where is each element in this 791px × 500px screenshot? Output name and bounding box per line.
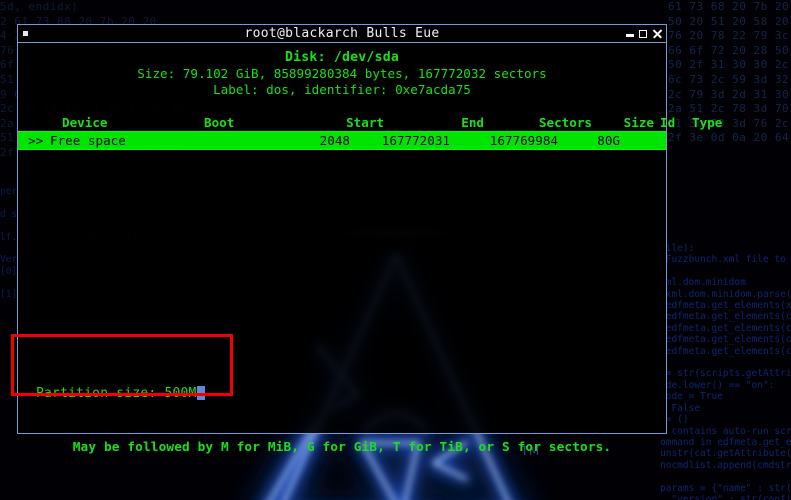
partition-size-label: Partition size: — [36, 386, 157, 401]
cell-id — [620, 132, 646, 149]
column-header-id: Id — [660, 115, 676, 130]
partition-rows[interactable]: >> Free space 2048 167772031 167769984 80G — [18, 131, 666, 150]
maximize-button[interactable] — [639, 29, 647, 38]
cell-boot — [170, 132, 254, 149]
cell-type — [646, 132, 702, 149]
cell-end: 167772031 — [381, 133, 450, 148]
close-button[interactable] — [652, 29, 662, 39]
cfdisk-header: Disk: /dev/sda Size: 79.102 GiB, 8589928… — [18, 50, 666, 98]
partition-size-input[interactable]: 500M — [164, 386, 196, 401]
column-header-type: Type — [692, 115, 723, 130]
partition-size-prompt[interactable]: Partition size: 500M — [36, 386, 205, 402]
partition-table-header: Device Boot Start End Sectors Size Id Ty… — [28, 114, 722, 131]
column-header-start: Start — [346, 115, 384, 130]
cell-marker: >> — [28, 133, 44, 148]
disk-size-line: Size: 79.102 GiB, 85899280384 bytes, 167… — [137, 66, 547, 81]
size-units-hint: May be followed by M for MiB, G for GiB,… — [72, 440, 612, 455]
window-titlebar[interactable]: root@blackarch Bulls Eue — [18, 25, 666, 43]
table-row[interactable]: >> Free space 2048 167772031 167769984 80G — [18, 131, 666, 150]
window-title: root@blackarch Bulls Eue — [244, 25, 440, 41]
column-header-device: Device — [62, 115, 108, 130]
terminal-content[interactable]: Disk: /dev/sda Size: 79.102 GiB, 8589928… — [18, 50, 722, 455]
column-header-end: End — [461, 115, 484, 130]
window-controls[interactable] — [626, 25, 662, 42]
cell-sectors: 167769984 — [489, 133, 558, 148]
terminal-window[interactable]: root@blackarch Bulls Eue Disk: /dev/sda … — [17, 24, 722, 455]
partition-table[interactable]: Device Boot Start End Sectors Size Id Ty… — [18, 114, 722, 150]
disk-path-line: Disk: /dev/sda — [285, 50, 399, 65]
column-header-sectors: Sectors — [538, 115, 592, 130]
cell-start: 2048 — [319, 133, 350, 148]
cell-device: Free space — [50, 133, 126, 148]
desktop-screen: 5d, endidx) 2 61 73 68 20 7b 20 20 4 20 … — [0, 0, 791, 500]
column-header-boot: Boot — [204, 115, 235, 130]
minimize-button[interactable] — [626, 34, 634, 37]
column-header-size: Size — [623, 115, 654, 130]
cell-size: 80G — [597, 133, 620, 148]
disk-label-line: Label: dos, identifier: 0xe7acda75 — [213, 82, 471, 97]
text-cursor — [196, 386, 205, 400]
code-overlay-right: file): Fuzzbunch.xml file to setup xml.d… — [660, 243, 791, 500]
